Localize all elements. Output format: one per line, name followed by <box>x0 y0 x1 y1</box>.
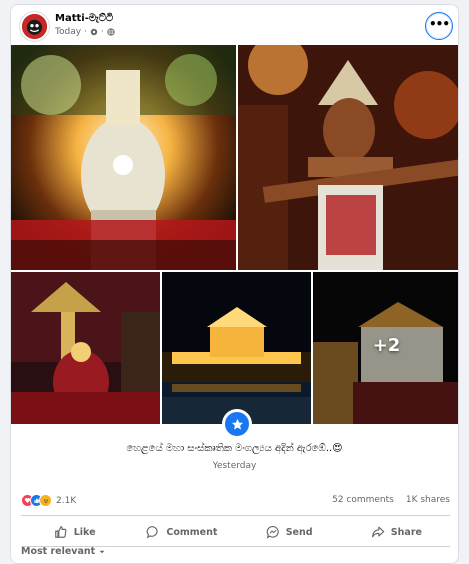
reactions-summary[interactable]: 2.1K <box>21 494 76 507</box>
post-meta: Today · · <box>55 27 115 37</box>
more-photos-count[interactable]: +2 <box>313 272 458 424</box>
comment-sort-dropdown[interactable]: Most relevant <box>21 546 106 557</box>
action-bar: Like Comment Send Share <box>21 518 450 546</box>
more-options-button[interactable]: ••• <box>425 12 453 40</box>
comment-button[interactable]: Comment <box>128 518 235 546</box>
post-card: Matti-මැට්ටි Today · · ••• +2 හෙළයේ මහා … <box>10 4 459 564</box>
send-label: Send <box>285 526 313 538</box>
comment-icon <box>147 526 158 539</box>
post-photo-procession[interactable] <box>11 272 160 424</box>
like-button[interactable]: Like <box>21 518 128 546</box>
page-name[interactable]: Matti-මැට්ටි <box>55 13 113 24</box>
post-caption: හෙළයේ මහා සංස්කෘතික මංගල්‍යය අදින් ඇරඹේ.… <box>126 443 343 454</box>
post-header: Matti-මැට්ටි Today · · ••• <box>11 5 458 45</box>
post-photo-more[interactable]: +2 <box>313 272 458 424</box>
settings-icon <box>90 28 98 36</box>
post-time[interactable]: Today <box>55 27 81 37</box>
post-stats: 2.1K 52 comments 1K shares <box>21 494 450 510</box>
reaction-count: 2.1K <box>56 495 77 506</box>
share-button[interactable]: Share <box>343 518 450 546</box>
post-photo-temple-night[interactable] <box>162 272 311 424</box>
send-icon <box>266 526 279 539</box>
comment-label: Comment <box>166 526 218 538</box>
comments-count[interactable]: 52 comments <box>332 495 394 505</box>
share-icon <box>371 526 385 538</box>
globe-icon <box>107 28 115 36</box>
share-label: Share <box>390 526 422 538</box>
sort-label: Most relevant <box>21 546 96 557</box>
post-date: Yesterday <box>212 461 257 471</box>
send-button[interactable]: Send <box>236 518 343 546</box>
star-badge-icon <box>222 409 252 439</box>
chevron-down-icon <box>99 550 105 553</box>
page-avatar[interactable] <box>20 12 49 41</box>
post-photo-elephant[interactable] <box>11 45 236 270</box>
shares-count[interactable]: 1K shares <box>406 495 450 505</box>
post-photo-dancer[interactable] <box>238 45 458 270</box>
like-label: Like <box>73 526 96 538</box>
divider <box>21 515 450 516</box>
more-icon: ••• <box>428 17 450 31</box>
haha-reaction-icon <box>39 494 52 507</box>
like-icon <box>54 526 67 538</box>
